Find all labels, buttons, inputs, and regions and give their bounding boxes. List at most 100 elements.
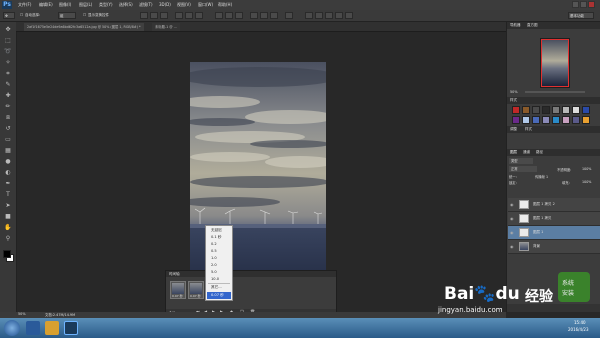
dodge-tool-icon[interactable]: ◐ [4,169,12,176]
3d-roll-icon[interactable] [315,12,323,19]
layer-row[interactable]: ◉ 图层 1 拷贝 [508,212,600,226]
distribute-middle-icon[interactable] [225,12,233,19]
layer-row-selected[interactable]: ◉ 图层 1 [508,226,600,240]
style-swatch[interactable] [512,116,520,124]
tab-styles-2[interactable]: 样式 [525,127,532,132]
menu-item-no-delay[interactable]: 无延迟 [211,228,222,233]
auto-select-dropdown[interactable]: 组 [58,12,76,19]
style-swatch[interactable] [542,116,550,124]
hand-tool-icon[interactable]: ✋ [4,224,12,231]
opacity-value[interactable]: 100% [582,167,591,171]
layer-row[interactable]: ◉ 背景 [508,240,600,254]
marquee-tool-icon[interactable]: ⬚ [4,37,12,44]
tab-histogram[interactable]: 直方图 [527,23,538,28]
3d-drag-icon[interactable] [325,12,333,19]
style-swatch[interactable] [572,116,580,124]
menu-view[interactable]: 视图(V) [177,2,191,8]
menu-window[interactable]: 窗口(W) [198,2,213,8]
auto-align-icon[interactable] [285,12,293,19]
style-swatch[interactable] [552,116,560,124]
frame-1[interactable]: 0.07 秒 [170,281,186,299]
type-tool-icon[interactable]: T [4,191,12,198]
distribute-left-icon[interactable] [250,12,258,19]
align-top-icon[interactable] [140,12,148,19]
frame-delay[interactable]: 0.07 秒 [172,294,183,298]
history-tool-icon[interactable]: ↺ [4,125,12,132]
blend-mode-dropdown[interactable]: 正常 [509,166,537,172]
style-swatch[interactable] [582,116,590,124]
move-tool-icon[interactable]: ✥ [4,26,12,33]
status-doc-size[interactable]: 文档:2.47M/14.9M [45,312,75,317]
align-middle-icon[interactable] [150,12,158,19]
visibility-eye-icon[interactable]: ◉ [510,244,514,249]
visibility-eye-icon[interactable]: ◉ [510,202,514,207]
style-swatch[interactable] [522,116,530,124]
move-tool-preset[interactable]: ✥ [3,12,15,19]
menu-item-5.0[interactable]: 5.0 [211,270,217,274]
close-button[interactable] [588,1,595,8]
menu-item-0.5[interactable]: 0.5 [211,249,217,253]
distribute-top-icon[interactable] [215,12,223,19]
tab-paths[interactable]: 路径 [536,150,543,155]
visibility-eye-icon[interactable]: ◉ [510,216,514,221]
style-swatch[interactable] [552,106,560,114]
propagate-frame-checkbox[interactable]: 传播帧 1 [535,174,548,179]
taskbar-folder-icon[interactable] [45,321,59,335]
menu-item-other[interactable]: 其它... [211,285,222,290]
menu-3d[interactable]: 3D(D) [159,2,171,7]
style-swatch[interactable] [522,106,530,114]
start-button[interactable] [4,320,20,336]
tab-adjustments[interactable]: 调整 [510,127,517,132]
style-swatch[interactable] [562,106,570,114]
tab-document-active[interactable]: 2af1f1675e5e24de9a6bd62fc3a6512a.jpg @ 5… [24,23,144,31]
wand-tool-icon[interactable]: ✧ [4,59,12,66]
brush-tool-icon[interactable]: ✏ [4,103,12,110]
style-swatch[interactable] [542,106,550,114]
fill-value[interactable]: 100% [582,180,591,184]
style-swatch[interactable] [512,106,520,114]
menu-item-current[interactable]: 0.07 秒 [207,292,231,299]
3d-slide-icon[interactable] [335,12,343,19]
frame-2[interactable]: 0.07 秒 [188,281,204,299]
style-swatch[interactable] [532,116,540,124]
align-left-icon[interactable] [175,12,183,19]
navigator-view-box[interactable] [541,39,569,87]
path-select-tool-icon[interactable]: ➤ [4,202,12,209]
tab-navigator[interactable]: 导航器 [510,23,521,28]
menu-item-2.0[interactable]: 2.0 [211,263,217,267]
menu-edit[interactable]: 编辑(E) [39,2,53,8]
menu-help[interactable]: 帮助(H) [218,2,232,8]
minimize-button[interactable] [572,1,579,8]
navigator-zoom-slider[interactable] [525,91,585,93]
workspace-dropdown[interactable]: 基本功能 [568,12,594,19]
shape-tool-icon[interactable]: ■ [4,213,12,220]
tab-styles[interactable]: 样式 [510,98,517,103]
3d-scale-icon[interactable] [345,12,353,19]
style-swatch[interactable] [582,106,590,114]
zoom-tool-icon[interactable]: ⚲ [4,235,12,242]
gradient-tool-icon[interactable]: ▦ [4,147,12,154]
menu-image[interactable]: 图像(I) [59,2,71,8]
3d-rotate-icon[interactable] [305,12,313,19]
style-swatch[interactable] [562,116,570,124]
heal-tool-icon[interactable]: ✚ [4,92,12,99]
taskbar-ie-icon[interactable] [26,321,40,335]
status-zoom[interactable]: 50% [18,312,26,316]
distribute-right-icon[interactable] [270,12,278,19]
navigator-preview[interactable] [540,38,570,88]
lasso-tool-icon[interactable]: ➰ [4,48,12,55]
blur-tool-icon[interactable]: ● [4,158,12,165]
menu-file[interactable]: 文件(F) [18,2,31,8]
taskbar-photoshop-icon[interactable] [64,321,78,335]
eraser-tool-icon[interactable]: ▭ [4,136,12,143]
align-right-icon[interactable] [195,12,203,19]
maximize-button[interactable] [580,1,587,8]
tab-layers[interactable]: 图层 [510,150,517,155]
tab-document-untitled[interactable]: 未标题-1 @ ... [152,23,180,31]
navigator-zoom[interactable]: 50% [510,90,518,94]
show-transform-checkbox[interactable]: ☐ [82,12,86,19]
crop-tool-icon[interactable]: ⌗ [4,70,12,77]
menu-select[interactable]: 选择(S) [119,2,133,8]
menu-item-0.1[interactable]: 0.1 秒 [211,235,221,240]
style-swatch[interactable] [572,106,580,114]
